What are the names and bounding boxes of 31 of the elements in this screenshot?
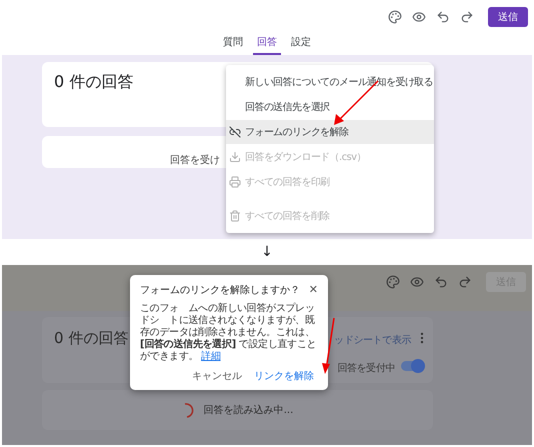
accepting-toggle[interactable] [401,361,423,371]
menu-item[interactable]: フォームのリンクを解除 [226,120,434,144]
loading-text: 回答を読み込み中... [204,404,294,418]
unlink-button[interactable]: リンクを解除 [250,366,318,386]
response-count-title: 0 件の回答 [54,328,128,349]
close-button[interactable]: ✕ [308,282,318,298]
send-button[interactable]: 送信 [488,7,528,27]
dialog-title: フォームのリンクを解除しますか？ [140,284,300,298]
unlink-icon [229,126,241,138]
menu-item[interactable]: 回答の送信先を選択 [226,95,434,119]
palette-icon[interactable] [388,10,402,24]
details-link[interactable]: 詳細 [201,350,220,362]
annotation-arrow [322,317,336,375]
response-count-title: 0 件の回答 [54,71,134,93]
dialog-message: このフォ ムへの新しい回答がスプレッドシ トに送信されなくなりますが、既存のデータは削除されません。これは、[回答の送信先を選択] で設定し直すことができます。 詳細 [140,302,318,362]
redo-icon[interactable] [460,10,474,24]
preview-eye-icon[interactable] [412,10,426,24]
preview-eye-icon[interactable] [410,275,424,289]
accepting-label: 回答を受付中 [337,362,395,376]
redo-icon[interactable] [458,275,472,289]
trash-icon [229,210,241,222]
undo-icon[interactable] [434,275,448,289]
print-icon [229,176,241,188]
download-icon [229,151,241,163]
tab[interactable]: 質問 [219,35,247,55]
down-arrow: ↓ [261,242,273,262]
cancel-button[interactable]: キャンセル [188,366,246,386]
accepting-text: 回答を受け [170,155,220,166]
palette-icon[interactable] [386,275,400,289]
tab[interactable]: 設定 [287,35,315,55]
undo-icon[interactable] [436,10,450,24]
